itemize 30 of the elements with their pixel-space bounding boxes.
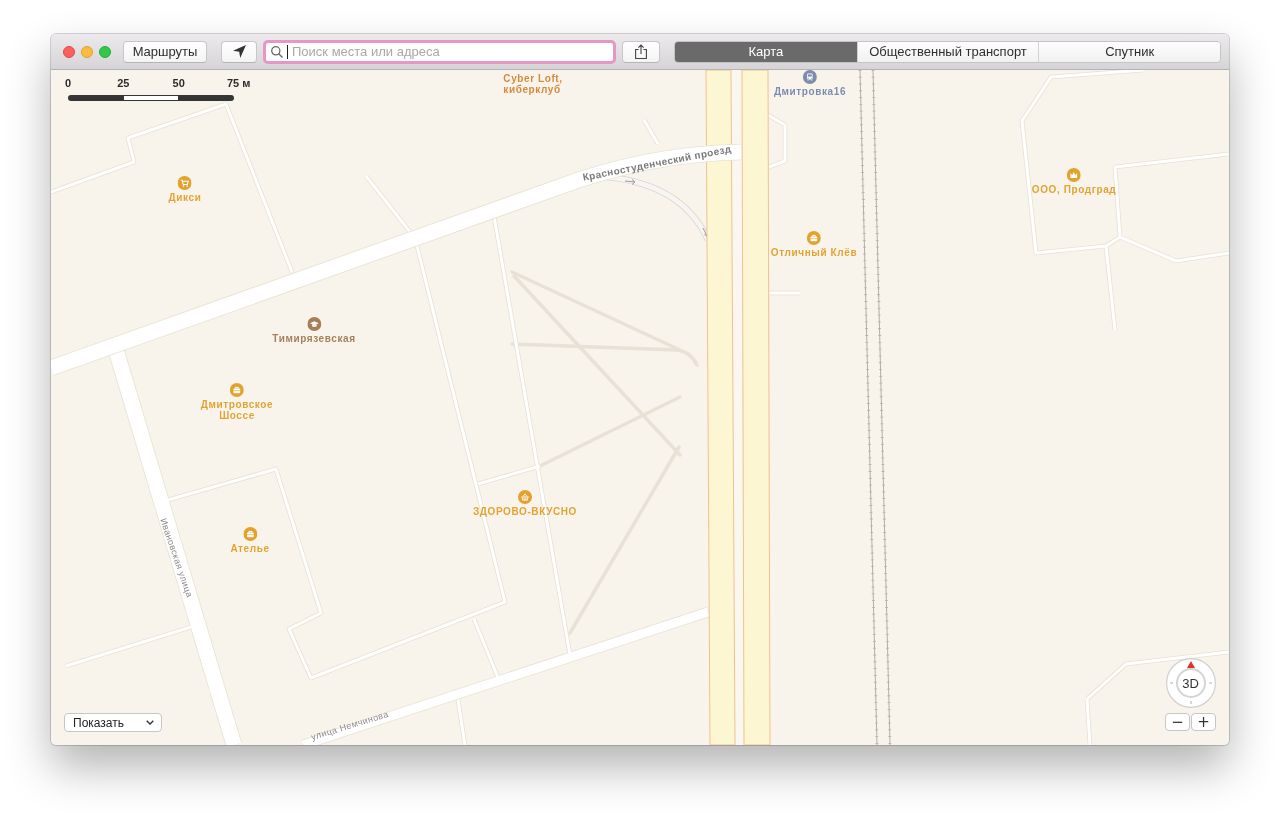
search-icon [271,45,283,58]
zoom-out-button[interactable]: − [1165,713,1190,731]
search-field[interactable]: Поиск места или адреса [263,39,616,64]
scale-label: 25 [117,77,130,90]
place-label[interactable]: ЗДОРОВО-ВКУСНО [473,506,577,517]
text-cursor-icon [287,44,288,59]
map-mode-tab[interactable]: Спутник [1038,41,1220,62]
map-mode-tab[interactable]: Общественный транспорт [856,41,1039,62]
place-label[interactable]: Дикси [168,192,202,203]
share-button[interactable] [622,40,660,63]
chevron-down-icon [146,720,154,725]
map-mode-tab[interactable]: Карта [675,41,857,62]
north-arrow-icon [1186,661,1195,668]
place-label[interactable]: Дмитровское Шоссе [200,399,274,421]
place-label[interactable]: Отличный Клёв [770,247,858,258]
scale-label: 0 [64,77,72,90]
location-button[interactable] [221,40,257,63]
share-icon [635,44,647,59]
close-button[interactable] [63,45,75,58]
place-label[interactable]: ООО, Продград [1031,184,1117,195]
zoom-in-button[interactable]: + [1191,713,1216,731]
location-arrow-icon [232,45,246,58]
place-label[interactable]: Cyber Loft, киберклуб [503,73,563,95]
place-label[interactable]: Дмитровка16 [773,86,847,97]
show-menu-button[interactable]: Показать [64,713,162,732]
place-label[interactable]: Тимирязевская [272,333,356,344]
scale-label: 75 м [227,77,251,90]
scale-label: 50 [172,77,185,90]
directions-button[interactable]: Маршруты [123,40,207,63]
place-label[interactable]: Ателье [230,543,270,554]
